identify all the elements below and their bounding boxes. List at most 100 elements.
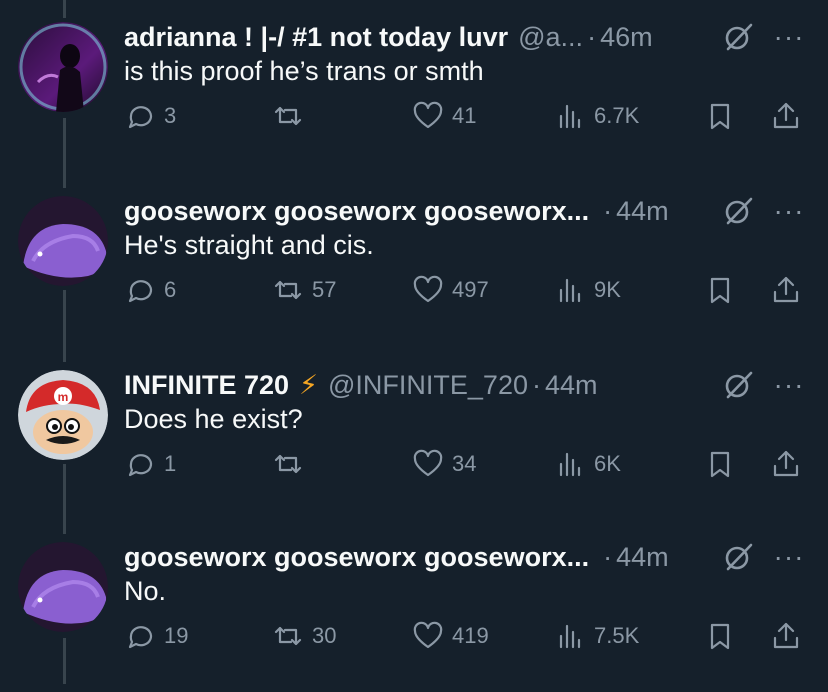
repost-button[interactable]: 57 [272,270,336,310]
views-count: 7.5K [594,623,640,648]
share-button[interactable] [770,444,802,484]
avatar-image [18,542,108,632]
reply-button[interactable]: 6 [124,270,176,310]
user-handle[interactable]: @INFINITE_720 [328,370,528,401]
lightning-icon: ⚡ [299,369,319,400]
share-button[interactable] [770,96,802,136]
reply-button[interactable]: 3 [124,96,176,136]
views-count: 6K [594,451,621,476]
grok-icon[interactable] [720,366,758,404]
bookmark-icon [710,103,730,130]
display-name[interactable]: gooseworx gooseworx gooseworx... [124,196,589,227]
action-bar: 19 30 419 7.5K [124,616,814,656]
repost-button[interactable]: 30 [272,616,336,656]
repost-button[interactable] [272,444,312,484]
action-bar: 6 57 497 9K [124,270,814,310]
reply-count: 3 [164,103,177,128]
share-icon [773,102,799,129]
bookmark-button[interactable] [704,270,736,310]
tweet-header: gooseworx gooseworx gooseworx... · 44m [124,538,710,576]
reply-thread: adrianna ! |-/ #1 not today luvr @a... ·… [0,0,828,684]
views-icon [559,278,581,303]
like-icon [413,101,443,129]
timestamp[interactable]: 44m [616,542,669,573]
tweet[interactable]: adrianna ! |-/ #1 not today luvr @a... ·… [0,0,828,172]
timestamp[interactable]: 46m [600,22,653,53]
tweet-header: adrianna ! |-/ #1 not today luvr @a... ·… [124,18,710,56]
timestamp[interactable]: 44m [545,370,598,401]
share-icon [773,622,799,649]
more-icon[interactable]: ··· [770,192,808,230]
bookmark-button[interactable] [704,616,736,656]
views-count: 6.7K [594,103,640,128]
tweet-text: Does he exist? [124,404,303,434]
like-count: 419 [452,623,489,648]
tweet-header: gooseworx gooseworx gooseworx... · 44m [124,192,710,230]
share-button[interactable] [770,616,802,656]
separator-dot: · [531,369,541,400]
bookmark-button[interactable] [704,444,736,484]
like-button[interactable]: 41 [412,96,476,136]
user-handle[interactable]: @a... [518,22,583,53]
tweet-text: is this proof he’s trans or smth [124,56,484,86]
separator-dot: · [603,195,613,226]
action-bar: 1 34 6K [124,444,814,484]
timestamp[interactable]: 44m [616,196,669,227]
more-icon[interactable]: ··· [770,18,808,56]
like-icon [413,275,443,303]
reply-count: 6 [164,277,177,302]
more-icon[interactable]: ··· [770,366,808,404]
tweet[interactable]: gooseworx gooseworx gooseworx... · 44m ·… [0,174,828,346]
grok-icon[interactable] [720,538,758,576]
views-button[interactable]: 9K [554,270,621,310]
like-button[interactable]: 419 [412,616,489,656]
like-count: 497 [452,277,489,302]
bookmark-icon [710,277,730,304]
views-button[interactable]: 7.5K [554,616,639,656]
repost-icon [274,280,302,300]
repost-icon [274,106,302,126]
reply-button[interactable]: 1 [124,444,176,484]
bookmark-icon [710,623,730,650]
share-icon [773,276,799,303]
avatar[interactable] [18,196,108,286]
like-icon [413,449,443,477]
tweet[interactable]: gooseworx gooseworx gooseworx... · 44m ·… [0,520,828,692]
avatar[interactable] [18,22,108,112]
separator-dot: · [603,541,613,572]
share-button[interactable] [770,270,802,310]
avatar[interactable]: m [18,370,108,460]
reply-icon [128,280,153,303]
avatar-image [18,196,108,286]
repost-icon [274,626,302,646]
reply-icon [128,106,153,129]
display-name[interactable]: adrianna ! |-/ #1 not today luvr [124,22,508,53]
like-icon [413,621,443,649]
reply-count: 19 [164,623,189,648]
more-icon[interactable]: ··· [770,538,808,576]
views-button[interactable]: 6.7K [554,96,639,136]
bookmark-button[interactable] [704,96,736,136]
grok-icon[interactable] [720,192,758,230]
views-icon [559,624,581,649]
reply-button[interactable]: 19 [124,616,188,656]
display-name[interactable]: gooseworx gooseworx gooseworx... [124,542,589,573]
bookmark-icon [710,451,730,478]
views-icon [559,104,581,129]
repost-count: 30 [312,623,337,648]
like-button[interactable]: 497 [412,270,489,310]
grok-icon[interactable] [720,18,758,56]
display-name[interactable]: INFINITE 720 [124,370,289,401]
views-icon [559,452,581,477]
like-button[interactable]: 34 [412,444,476,484]
avatar-image [18,22,108,112]
like-count: 34 [452,451,477,476]
share-icon [773,450,799,477]
views-button[interactable]: 6K [554,444,621,484]
avatar[interactable] [18,542,108,632]
reply-icon [128,626,153,649]
separator-dot: · [587,21,597,52]
tweet[interactable]: m INFINITE 720 ⚡ @INFINITE_720 · 44m ···… [0,348,828,520]
action-bar: 3 41 6.7K [124,96,814,136]
repost-button[interactable] [272,96,312,136]
